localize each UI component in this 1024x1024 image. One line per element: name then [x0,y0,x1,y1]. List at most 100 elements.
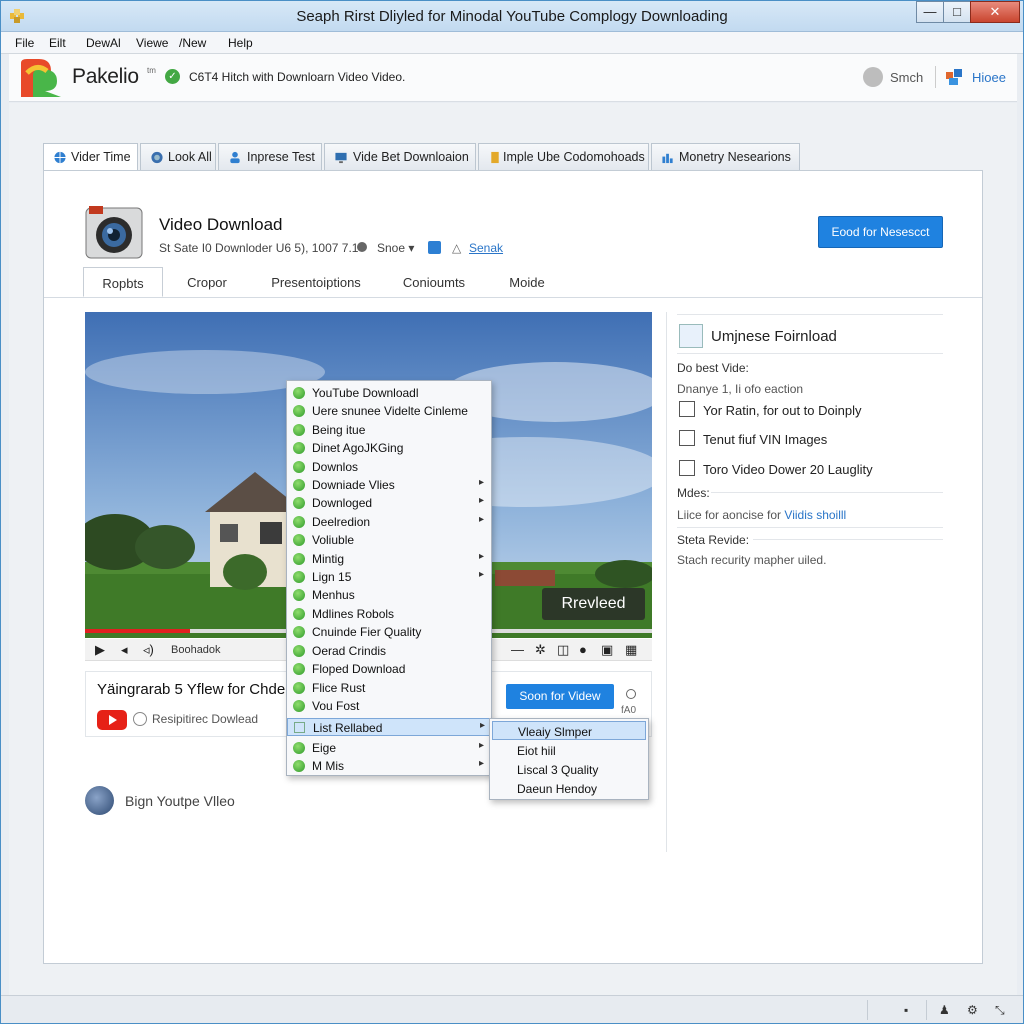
context-menu-item[interactable]: Downloged ▸ [287,494,491,512]
menu-file[interactable]: File [15,36,34,50]
checkbox-icon[interactable] [428,241,441,254]
submenu-item[interactable]: Vleaiy Slmper [492,721,646,740]
context-menu-item[interactable]: Dinet AgoJKGing [287,439,491,457]
context-menu-item[interactable]: Downiade Vlies ▸ [287,476,491,494]
download-label[interactable]: Resipitirec Dowlead [152,712,258,726]
option-checkbox[interactable] [679,401,695,417]
tab-video-downloaion[interactable]: Vide Bet Downloaion [324,143,476,170]
subtab-ropbts[interactable]: Ropbts [83,267,163,297]
share-dropdown[interactable]: Snoe ▾ [377,241,414,255]
options-icon[interactable] [357,242,367,252]
settings-icon[interactable]: ✲ [535,642,546,658]
context-menu-item[interactable]: Menhus [287,586,491,604]
menu-new[interactable]: /New [179,36,206,50]
context-menu-item[interactable]: Being itue [287,421,491,439]
youtube-icon[interactable] [97,710,127,730]
context-menu-item[interactable]: Deelredion ▸ [287,513,491,531]
option-label[interactable]: Yor Ratin, for out to Doinply [703,403,862,418]
submenu-item[interactable]: Eiot hiil [492,741,646,760]
header-link[interactable]: Senak [469,241,503,255]
context-menu-item-label: Downlos [312,460,359,474]
bell-icon[interactable]: △ [452,241,461,255]
context-menu-item[interactable]: Oerad Crindis [287,642,491,660]
tab-inprese-test[interactable]: Inprese Test [218,143,322,170]
green-dot-icon [293,663,305,675]
tab-monetry[interactable]: Monetry Nesearions [651,143,800,170]
download-icon[interactable] [133,712,147,726]
brand-name: Pakelio [72,65,139,88]
context-menu-item[interactable]: Floped Download [287,660,491,678]
context-menu-item[interactable]: List Rellabed ▸ [287,718,491,736]
globe-icon [85,786,114,815]
check-icon: ✓ [165,69,180,84]
green-dot-icon [293,608,305,620]
fullscreen-icon[interactable]: ▦ [625,642,637,658]
record-icon[interactable]: ● [579,642,587,657]
theater-icon[interactable]: ▣ [601,642,613,658]
sidebar-title: Umjnese Foirnload [711,328,837,345]
submenu-item[interactable]: Liscal 3 Quality [492,760,646,779]
tab-look-all[interactable]: Look All [140,143,216,170]
context-menu-item[interactable]: Mintig ▸ [287,550,491,568]
search-icon[interactable] [863,67,883,87]
green-dot-icon [293,571,305,583]
context-menu-item[interactable]: Eige ▸ [287,739,491,757]
menu-edit[interactable]: Eilt [49,36,66,50]
progress-fill [85,629,190,633]
context-menu-item[interactable]: YouTube Downloadl [287,384,491,402]
home-icon[interactable] [945,68,963,86]
menu-view[interactable]: Viewe [136,36,168,50]
resize-icon[interactable]: ⤡ [995,1003,1009,1017]
tab-imple-ube[interactable]: Imple Ube Codomohoads [478,143,649,170]
subtitles-icon[interactable]: ◫ [557,642,569,658]
users-icon[interactable]: ♟ [939,1003,953,1017]
replay-button[interactable]: Rrevleed [542,588,645,620]
menu-help[interactable]: Help [228,36,253,50]
notes-link[interactable]: Viidis shoilll [784,508,846,522]
primary-action-button[interactable]: Eood for Nesescct [818,216,943,248]
volume-icon[interactable]: ◃) [143,642,154,658]
subtab-moide[interactable]: Moide [497,267,557,297]
minus-icon[interactable]: — [511,642,524,657]
context-menu-item-label: Mdlines Robols [312,607,395,621]
option-label[interactable]: Tenut fiuf VIN Images [703,432,827,447]
option-checkbox[interactable] [679,430,695,446]
context-menu-item[interactable]: Lign 15 ▸ [287,568,491,586]
lock-icon[interactable]: ▪ [904,1003,918,1017]
context-menu-item[interactable]: Uere snunee Videlte Cinleme [287,402,491,420]
sidebar-divider [753,539,943,540]
menu-dewal[interactable]: DewAl [86,36,121,50]
tab-vider-time[interactable]: Vider Time [43,143,138,172]
context-menu-item[interactable]: Mdlines Robols [287,605,491,623]
context-menu-item-label: Floped Download [312,662,406,676]
subtab-conioumts[interactable]: Conioumts [393,267,475,297]
option-label[interactable]: Toro Video Dower 20 Lauglity [703,462,873,477]
context-menu-item[interactable]: Vou Fost [287,697,491,715]
play-icon[interactable]: ▶ [95,642,105,658]
previous-icon[interactable]: ◂ [121,642,128,658]
chevron-right-icon: ▸ [479,495,485,506]
context-menu-item[interactable]: Flice Rust [287,679,491,697]
tab-label: Monetry Nesearions [679,150,791,164]
green-dot-icon [293,760,305,772]
context-menu-item[interactable]: Cnuinde Fier Quality [287,623,491,641]
context-menu-item-label: Menhus [312,588,355,602]
option-checkbox[interactable] [679,460,695,476]
subtab-presentoiptions[interactable]: Presentoiptions [257,267,375,297]
maximize-button[interactable]: □ [943,1,971,23]
context-menu-item[interactable]: Voliuble [287,531,491,549]
context-menu-item[interactable]: Downlos [287,458,491,476]
green-dot-icon [293,516,305,528]
title-bar[interactable]: Seaph Rirst Dliyled for Minodal YouTube … [1,1,1023,32]
watch-button[interactable]: Soon for Videw [506,684,614,709]
context-menu-item-label: Uere snunee Videlte Cinleme [312,404,468,418]
settings-icon[interactable]: ⚙ [967,1003,981,1017]
close-button[interactable]: ✕ [970,1,1020,23]
search-label[interactable]: Smch [890,70,923,85]
footer-label[interactable]: Bign Youtpe Vlleo [125,793,235,809]
home-label[interactable]: Hioee [972,70,1006,85]
submenu-item[interactable]: Daeun Hendoy [492,779,646,798]
minimize-button[interactable]: — [916,1,944,23]
subtab-cropor[interactable]: Cropor [171,267,243,297]
context-menu-item[interactable]: M Mis ▸ [287,757,491,775]
